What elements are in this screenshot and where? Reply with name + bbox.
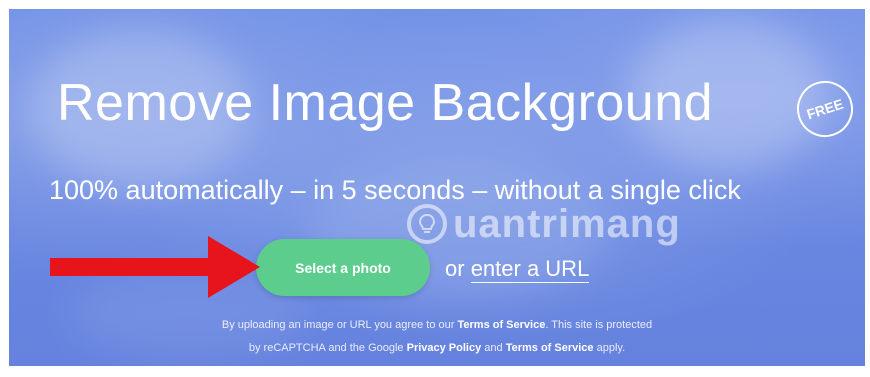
privacy-policy-link[interactable]: Privacy Policy [407,342,482,354]
hero-section: Remove Image Background FREE 100% automa… [9,9,865,366]
watermark-text: uantrimang [453,201,681,246]
arrow-shaft [50,258,212,276]
watermark: uantrimang [407,199,681,249]
lightbulb-icon-svg [418,213,436,233]
terms-of-service-link[interactable]: Terms of Service [457,319,545,331]
legal-line-2: by reCAPTCHA and the Google Privacy Poli… [9,341,865,355]
terms-of-service-link-2[interactable]: Terms of Service [506,342,594,354]
arrow-head [208,236,260,298]
free-badge-label: FREE [804,95,846,123]
or-enter-url: or enter a URL [445,255,590,283]
legal-text: and [481,342,506,354]
legal-line-1: By uploading an image or URL you agree t… [9,318,865,332]
lightbulb-icon [407,204,447,244]
select-photo-button[interactable]: Select a photo [256,239,430,296]
enter-url-link[interactable]: enter a URL [470,256,590,283]
legal-text: apply. [593,342,626,354]
page-title: Remove Image Background [57,74,714,132]
legal-text: . This site is protected [545,319,653,331]
red-arrow-icon [50,236,260,298]
legal-text: by reCAPTCHA and the Google [248,342,407,354]
or-label: or [445,256,465,281]
legal-text: By uploading an image or URL you agree t… [221,319,458,331]
